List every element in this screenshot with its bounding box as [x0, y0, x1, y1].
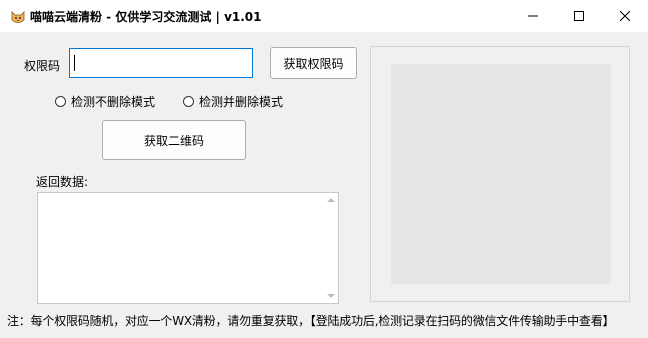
footer-note: 注：每个权限码随机，对应一个WX清粉，请勿重复获取，【登陆成功后,检测记录在扫码… — [7, 314, 615, 328]
minimize-button[interactable] — [510, 0, 556, 32]
maximize-button[interactable] — [556, 0, 602, 32]
maximize-icon — [574, 11, 584, 21]
get-permission-button[interactable]: 获取权限码 — [270, 47, 357, 79]
get-qr-code-button[interactable]: 获取二维码 — [102, 120, 246, 160]
radio-circle-icon[interactable] — [183, 96, 194, 107]
close-button[interactable] — [602, 0, 648, 32]
return-data-label: 返回数据: — [36, 175, 89, 189]
radio-detect-and-delete[interactable]: 检测并删除模式 — [183, 93, 283, 110]
scroll-up-arrow-icon[interactable] — [327, 198, 335, 202]
radio-circle-icon[interactable] — [55, 96, 66, 107]
client-area: 权限码 获取权限码 检测不删除模式 检测并删除模式 获取二维码 返回数据: 注：… — [0, 32, 648, 338]
radio-label: 检测并删除模式 — [199, 95, 284, 109]
radio-detect-no-delete[interactable]: 检测不删除模式 — [55, 93, 155, 110]
qr-code-panel — [370, 46, 630, 302]
permission-label: 权限码 — [24, 59, 61, 73]
qr-code-image-placeholder — [391, 64, 611, 284]
radio-label: 检测不删除模式 — [71, 95, 156, 109]
cat-icon — [11, 11, 25, 23]
minimize-icon — [528, 15, 538, 17]
vertical-scrollbar[interactable] — [324, 193, 338, 303]
text-caret — [74, 55, 75, 71]
permission-input[interactable] — [69, 48, 253, 78]
window-title: 喵喵云端清粉 - 仅供学习交流测试 | v1.01 — [30, 10, 262, 24]
close-icon — [620, 11, 630, 21]
title-bar[interactable]: 喵喵云端清粉 - 仅供学习交流测试 | v1.01 — [0, 0, 648, 32]
app-window: 喵喵云端清粉 - 仅供学习交流测试 | v1.01 权限码 获取权限码 检测不删… — [0, 0, 648, 338]
return-data-textarea[interactable] — [37, 192, 339, 304]
scroll-down-arrow-icon[interactable] — [327, 294, 335, 298]
